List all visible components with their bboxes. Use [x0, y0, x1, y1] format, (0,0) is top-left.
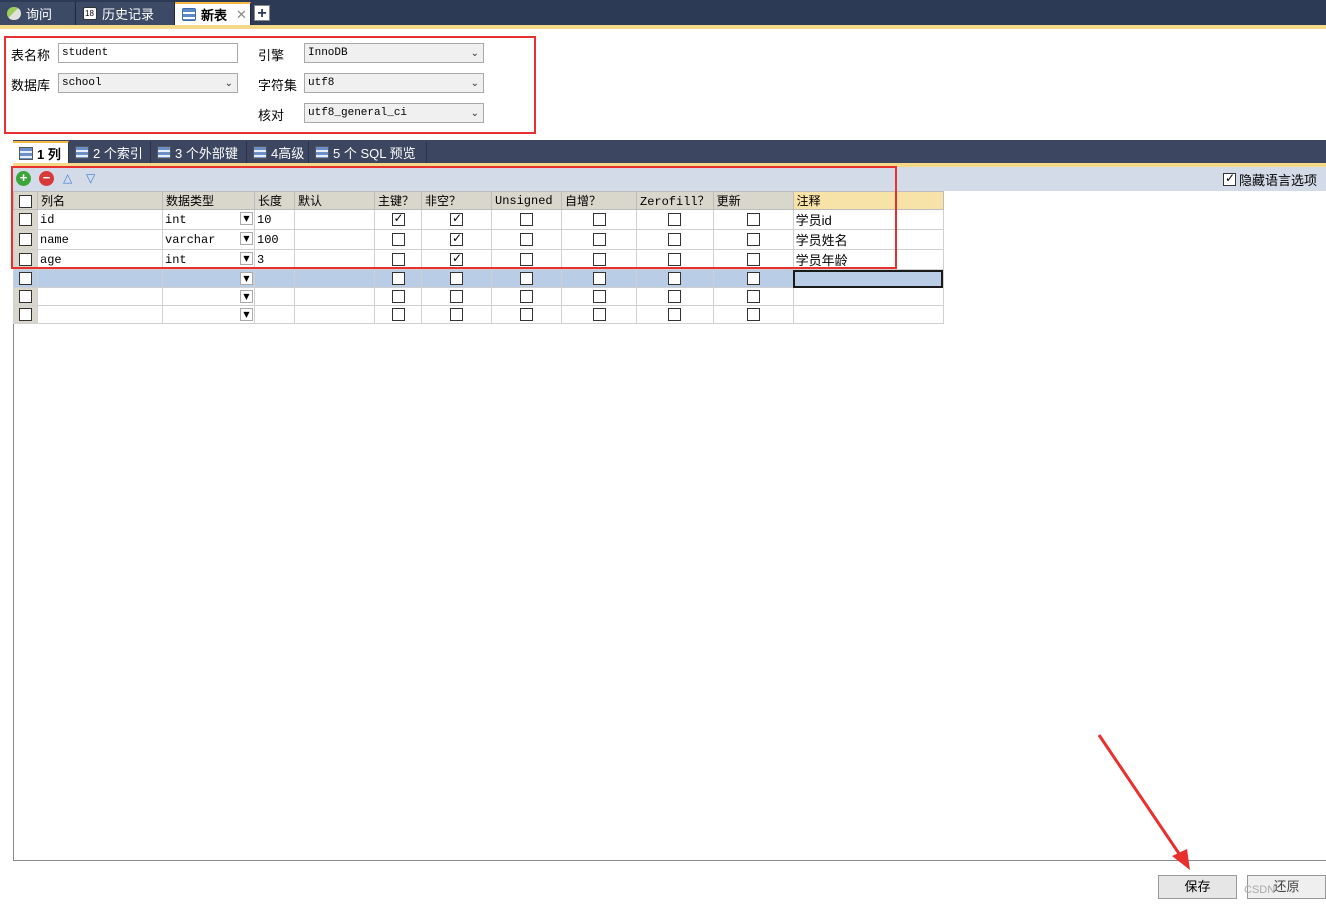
row-select-cell[interactable]	[13, 305, 38, 324]
tab-query-label: 询问	[26, 7, 53, 22]
tab-accent-line	[0, 25, 1326, 29]
comment-cell[interactable]	[792, 269, 944, 288]
watermark-text: CSDN	[1244, 884, 1276, 896]
advanced-icon	[253, 145, 267, 159]
unsigned-cell[interactable]	[491, 305, 562, 324]
tab-advanced-label: 4高级	[271, 145, 305, 161]
history-icon	[83, 7, 97, 20]
tab-columns-label: 1 列	[37, 146, 61, 162]
table-row[interactable]: ▼	[13, 287, 944, 306]
hide-language-option[interactable]: 隐藏语言选项	[1222, 170, 1317, 189]
row-select-cell[interactable]	[13, 269, 38, 288]
tab-sql-preview-label: 5 个 SQL 预览	[333, 145, 416, 161]
designer-tab-bar: 1 列 2 个索引 3 个外部键 4高级 5 个 SQL 预览	[13, 140, 1326, 163]
primary-key-checkbox[interactable]	[391, 271, 405, 285]
zerofill-cell[interactable]	[636, 269, 714, 288]
not-null-checkbox[interactable]	[450, 289, 463, 303]
dropdown-arrow-icon[interactable]: ▼	[240, 290, 253, 303]
tab-indexes-label: 2 个索引	[93, 145, 143, 161]
primary-key-checkbox[interactable]	[391, 289, 405, 303]
auto-increment-checkbox[interactable]	[592, 271, 606, 285]
auto-increment-cell[interactable]	[561, 287, 637, 306]
annotation-box-columns	[11, 166, 897, 269]
unsigned-checkbox[interactable]	[520, 307, 533, 321]
column-name-cell[interactable]	[37, 287, 163, 306]
tab-sql-preview[interactable]: 5 个 SQL 预览	[309, 141, 427, 163]
auto-increment-cell[interactable]	[561, 269, 637, 288]
zerofill-checkbox[interactable]	[668, 307, 682, 321]
table-row[interactable]: ▼	[13, 269, 944, 288]
close-icon[interactable]: ✕	[236, 7, 247, 23]
unsigned-checkbox[interactable]	[520, 289, 533, 303]
auto-increment-cell[interactable]	[561, 305, 637, 324]
table-row[interactable]: ▼	[13, 305, 944, 324]
tab-new-table-label: 新表	[201, 8, 228, 23]
length-cell[interactable]	[254, 305, 295, 324]
not-null-checkbox[interactable]	[450, 307, 463, 321]
tab-query[interactable]: 询问	[0, 2, 76, 25]
query-icon	[7, 7, 21, 20]
primary-key-checkbox[interactable]	[391, 307, 405, 321]
row-select-cell[interactable]	[13, 287, 38, 306]
length-cell[interactable]	[254, 269, 295, 288]
update-cell[interactable]	[712, 269, 794, 288]
update-cell[interactable]	[712, 305, 794, 324]
hide-language-checkbox[interactable]	[1222, 171, 1236, 186]
not-null-cell[interactable]	[421, 287, 492, 306]
columns-icon	[19, 146, 33, 160]
primary-key-cell[interactable]	[374, 305, 422, 324]
dropdown-arrow-icon[interactable]: ▼	[240, 272, 253, 285]
row-select-checkbox[interactable]	[19, 271, 32, 285]
default-cell[interactable]	[294, 287, 375, 306]
column-name-cell[interactable]	[37, 269, 163, 288]
foreign-key-icon	[157, 145, 171, 159]
primary-key-cell[interactable]	[374, 287, 422, 306]
unsigned-checkbox[interactable]	[520, 271, 533, 285]
tab-indexes[interactable]: 2 个索引	[69, 141, 151, 163]
tab-foreign-keys[interactable]: 3 个外部键	[151, 141, 247, 163]
comment-cell[interactable]	[792, 287, 944, 306]
row-select-checkbox[interactable]	[19, 307, 32, 321]
save-button[interactable]: 保存	[1158, 875, 1237, 899]
row-select-checkbox[interactable]	[19, 289, 32, 303]
auto-increment-checkbox[interactable]	[592, 307, 606, 321]
document-tab-bar: 询问 历史记录 新表 ✕ +	[0, 0, 1326, 25]
data-type-cell[interactable]: ▼	[162, 287, 255, 306]
tab-history-label: 历史记录	[102, 7, 155, 22]
annotation-box-form	[4, 36, 536, 134]
zerofill-checkbox[interactable]	[668, 289, 682, 303]
update-checkbox[interactable]	[746, 289, 760, 303]
tab-foreign-keys-label: 3 个外部键	[175, 145, 238, 161]
zerofill-checkbox[interactable]	[668, 271, 682, 285]
tab-advanced[interactable]: 4高级	[247, 141, 309, 163]
data-type-cell[interactable]: ▼	[162, 305, 255, 324]
table-icon	[182, 8, 196, 21]
auto-increment-checkbox[interactable]	[592, 289, 606, 303]
default-cell[interactable]	[294, 269, 375, 288]
update-checkbox[interactable]	[746, 271, 760, 285]
update-cell[interactable]	[712, 287, 794, 306]
not-null-cell[interactable]	[421, 305, 492, 324]
unsigned-cell[interactable]	[491, 287, 562, 306]
tab-history[interactable]: 历史记录	[76, 2, 175, 25]
unsigned-cell[interactable]	[491, 269, 562, 288]
primary-key-cell[interactable]	[374, 269, 422, 288]
length-cell[interactable]	[254, 287, 295, 306]
update-checkbox[interactable]	[746, 307, 760, 321]
column-name-cell[interactable]	[37, 305, 163, 324]
index-icon	[75, 145, 89, 159]
tab-new-table[interactable]: 新表 ✕	[175, 2, 251, 25]
zerofill-cell[interactable]	[636, 287, 714, 306]
not-null-checkbox[interactable]	[450, 271, 463, 285]
hide-language-label: 隐藏语言选项	[1238, 173, 1317, 188]
default-cell[interactable]	[294, 305, 375, 324]
dropdown-arrow-icon[interactable]: ▼	[240, 308, 253, 321]
add-tab-icon[interactable]: +	[254, 5, 270, 22]
comment-cell[interactable]	[792, 305, 944, 324]
not-null-cell[interactable]	[421, 269, 492, 288]
data-type-cell[interactable]: ▼	[162, 269, 255, 288]
zerofill-cell[interactable]	[636, 305, 714, 324]
tab-columns[interactable]: 1 列	[13, 141, 69, 163]
sql-preview-icon	[315, 145, 329, 159]
